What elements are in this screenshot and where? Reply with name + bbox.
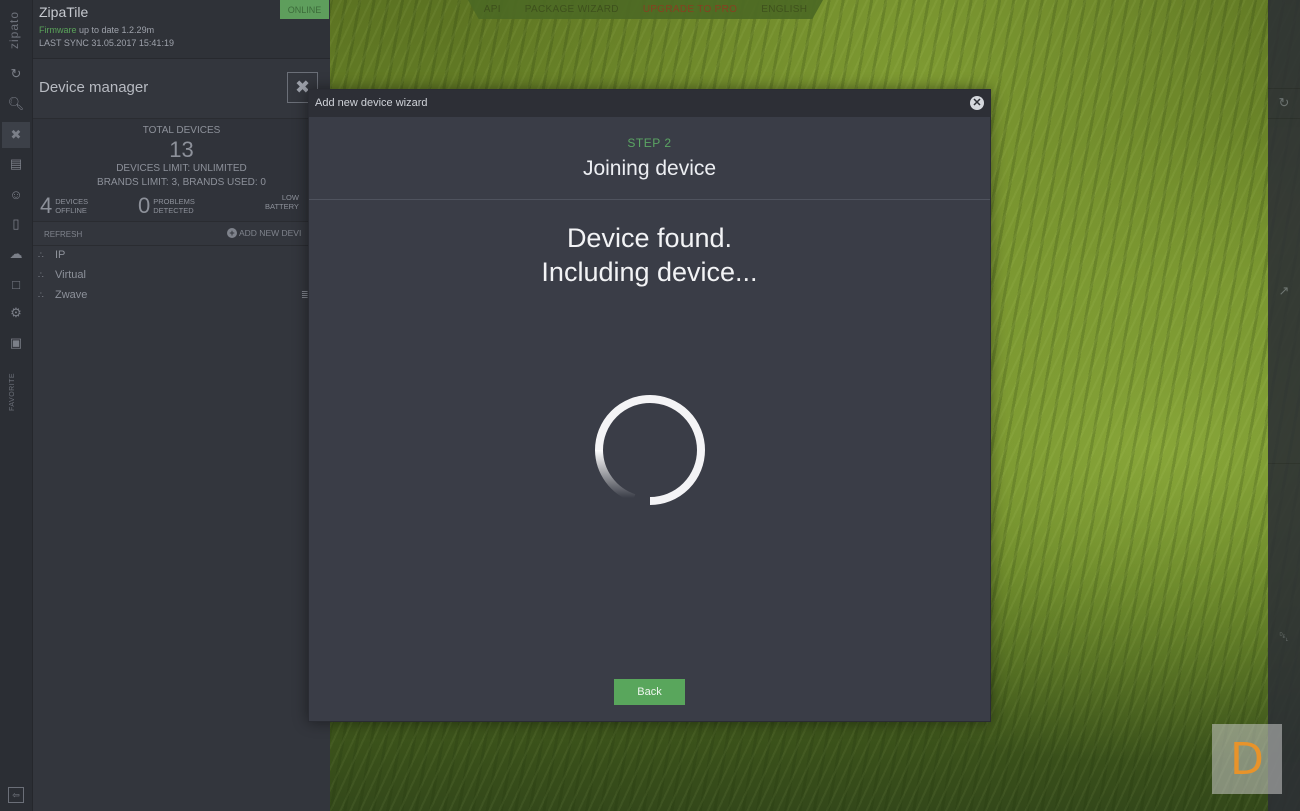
search-icon[interactable]: 🔍︎ [6,94,26,114]
rules-icon[interactable]: ▯ [6,214,26,234]
refresh-icon[interactable]: ↻ [1276,95,1292,111]
firmware-status: up to date 1.2.29m [79,25,155,35]
tree-item-zwave[interactable]: ∴ Zwave ≣ [33,286,330,306]
tree-item-ip[interactable]: ∴ IP [33,246,330,266]
modal-title-bar: Add new device wizard ✕ [309,90,990,117]
low-label-2: BATTERY [265,202,299,211]
scenes-icon[interactable]: ▤ [6,154,26,174]
devices-limit: DEVICES LIMIT: UNLIMITED [116,163,247,174]
step-title: Joining device [582,157,717,180]
status-message-line-2: Including device... [541,257,758,287]
nav-api[interactable]: API [484,4,501,15]
total-devices-value: 13 [169,137,194,162]
sync-icon[interactable]: ↻ [6,64,26,84]
brands-limit: BRANDS LIMIT: 3, BRANDS USED: 0 [97,177,266,188]
device-manager-header: Device manager ✖ [33,59,330,119]
folder-icon[interactable]: □ [6,274,26,294]
problems-count: 0 [138,193,151,218]
firmware-line: Firmware up to date 1.2.29m [39,25,324,35]
device-stats: TOTAL DEVICES 13 DEVICES LIMIT: UNLIMITE… [33,119,330,222]
right-sidebar: ↻ ↗ ␡ [1268,0,1300,811]
top-navigation: API PACKAGE WIZARD UPGRADE TO PRO ENGLIS… [468,0,823,19]
users-icon[interactable]: ☺ [6,184,26,204]
refresh-button[interactable]: REFRESH [44,230,82,239]
tree-item-label: IP [55,249,66,261]
trash-icon[interactable]: ␡ [1276,629,1292,645]
nav-language[interactable]: ENGLISH [761,4,807,15]
favorite-tab[interactable]: FAVORITE [9,367,16,411]
brand-logo: zipato [7,10,21,50]
problems-label-2: DETECTED [153,206,194,215]
add-device-wizard-modal: Add new device wizard ✕ STEP 2 Joining d… [308,89,991,722]
divider [1268,118,1300,119]
add-new-device-label: ADD NEW DEVI [239,228,302,238]
online-status-badge: ONLINE [280,0,329,19]
cloud-icon[interactable]: ☁ [6,244,26,264]
nav-upgrade-to-pro[interactable]: UPGRADE TO PRO [643,4,737,15]
network-icon: ∴ [38,250,44,260]
divider [1268,88,1300,89]
save-icon[interactable]: ▣ [6,333,26,353]
divider [1268,463,1300,464]
offline-label-1: DEVICES [55,197,89,206]
modal-title: Add new device wizard [315,97,428,109]
last-sync-line: LAST SYNC 31.05.2017 15:41:19 [39,38,324,48]
loading-spinner-icon [595,395,705,505]
last-sync-value: 31.05.2017 15:41:19 [91,38,174,48]
low-battery-stat[interactable]: LOW BATTERY [265,193,299,211]
network-icon: ∴ [38,270,44,280]
devices-icon[interactable]: ✖ [2,122,30,148]
offline-stat[interactable]: 4 DEVICES OFFLINE [40,193,88,219]
left-panel: ZipaTile Firmware up to date 1.2.29m LAS… [33,0,330,811]
total-devices-label: TOTAL DEVICES [142,125,221,136]
offline-count: 4 [40,193,53,218]
problems-label-1: PROBLEMS [153,197,195,206]
external-link-icon[interactable]: ↗ [1276,283,1292,299]
back-button[interactable]: Back [614,679,685,705]
nav-package-wizard[interactable]: PACKAGE WIZARD [525,4,619,15]
device-actions: REFRESH + ADD NEW DEVI [33,222,330,246]
page-title: Device manager [39,79,149,96]
problems-stat[interactable]: 0 PROBLEMS DETECTED [138,193,195,219]
divider [309,199,990,200]
status-message-line-1: Device found. [566,223,733,253]
tree-item-label: Virtual [55,269,86,281]
plus-icon: + [227,228,237,238]
icon-sidebar: zipato ↻ 🔍︎ ✖ ▤ ☺ ▯ ☁ □ ⚙ ▣ FAVORITE [0,0,33,811]
add-new-device-button[interactable]: + ADD NEW DEVI [227,228,301,238]
watermark-logo: D [1212,724,1282,794]
controller-header: ZipaTile Firmware up to date 1.2.29m LAS… [33,0,330,59]
tree-item-label: Zwave [55,289,88,301]
network-icon: ∴ [38,290,44,300]
step-label: STEP 2 [627,136,672,150]
low-label-1: LOW [281,193,299,202]
close-icon[interactable]: ✕ [970,96,984,110]
settings-icon[interactable]: ⚙ [6,303,26,323]
tree-item-virtual[interactable]: ∴ Virtual [33,266,330,286]
offline-label-2: OFFLINE [55,206,87,215]
last-sync-label: LAST SYNC [39,38,89,48]
firmware-label: Firmware [39,25,77,35]
logout-icon[interactable]: ⇦ [8,787,24,803]
